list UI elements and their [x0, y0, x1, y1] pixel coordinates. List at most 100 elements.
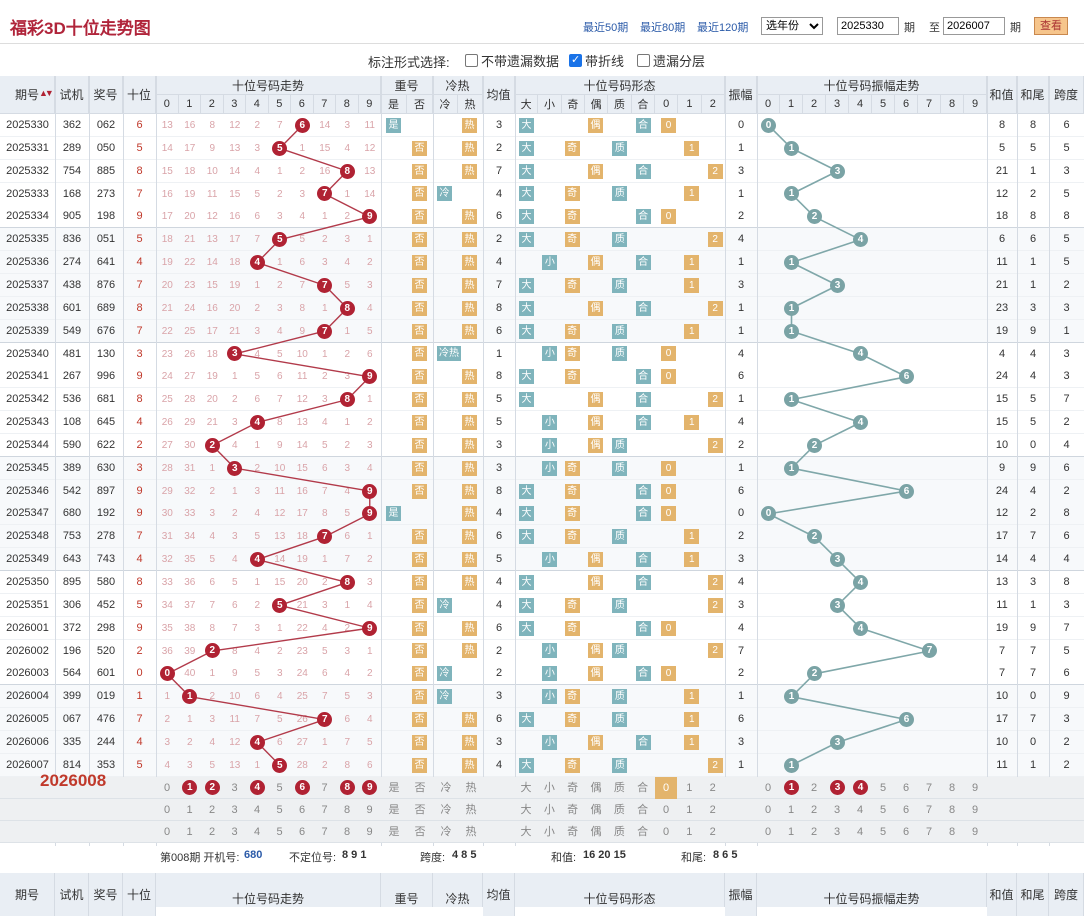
predict-amp-digit[interactable]: 9 — [964, 799, 986, 821]
predict-amp-digit[interactable]: 1 — [780, 821, 802, 843]
predict-amp-digit[interactable]: 0 — [757, 799, 779, 821]
predict-shape[interactable]: 1 — [678, 777, 700, 799]
predict-amp-digit[interactable]: 6 — [895, 777, 917, 799]
predict-shape[interactable]: 合 — [632, 821, 654, 843]
predict-amp-digit[interactable]: 3 — [826, 821, 848, 843]
predict-digit[interactable]: 7 — [314, 777, 336, 799]
predict-digit[interactable]: 1 — [179, 799, 201, 821]
predict-shape[interactable]: 质 — [608, 821, 630, 843]
predict-digit[interactable]: 2 — [201, 799, 223, 821]
predict-digit[interactable]: 0 — [156, 799, 178, 821]
predict-digit[interactable]: 0 — [156, 821, 178, 843]
predict-digit[interactable]: 7 — [314, 799, 336, 821]
predict-digit[interactable]: 1 — [179, 821, 201, 843]
predict-digit[interactable]: 4 — [246, 821, 268, 843]
predict-shape[interactable]: 1 — [678, 799, 700, 821]
predict-amp-digit[interactable]: 8 — [941, 799, 963, 821]
predict-amp-digit[interactable]: 2 — [803, 799, 825, 821]
predict-amp-digit[interactable]: 1 — [780, 799, 802, 821]
predict-digit[interactable]: 9 — [359, 799, 381, 821]
predict-amp-digit[interactable]: 0 — [757, 777, 779, 799]
predict-hotcold[interactable]: 热 — [460, 821, 482, 843]
predict-amp-digit[interactable]: 5 — [872, 821, 894, 843]
predict-repeat[interactable]: 是 — [383, 821, 405, 843]
predict-digit[interactable]: 5 — [269, 799, 291, 821]
predict-hotcold[interactable]: 冷 — [435, 777, 457, 799]
predict-amp-digit[interactable]: 8 — [941, 777, 963, 799]
predict-shape[interactable]: 0 — [655, 776, 677, 799]
predict-shape[interactable]: 0 — [655, 799, 677, 821]
predict-repeat[interactable]: 是 — [383, 777, 405, 799]
predict-digit[interactable]: 3 — [224, 777, 246, 799]
predict-amp-digit[interactable]: 2 — [803, 777, 825, 799]
predict-repeat[interactable]: 否 — [409, 777, 431, 799]
predict-digit[interactable]: 5 — [269, 777, 291, 799]
predict-repeat[interactable]: 否 — [409, 821, 431, 843]
predict-shape[interactable]: 小 — [538, 777, 560, 799]
predict-digit[interactable]: 6 — [294, 780, 310, 796]
predict-digit[interactable]: 8 — [339, 780, 355, 796]
predict-hotcold[interactable]: 热 — [460, 777, 482, 799]
predict-digit[interactable]: 7 — [314, 821, 336, 843]
predict-digit[interactable]: 2 — [201, 821, 223, 843]
avg-cell: 6 — [495, 621, 503, 634]
tens-ball: 9 — [362, 483, 378, 499]
predict-shape[interactable]: 质 — [608, 799, 630, 821]
predict-shape[interactable]: 奇 — [562, 777, 584, 799]
predict-digit[interactable]: 6 — [291, 821, 313, 843]
predict-shape[interactable]: 2 — [702, 799, 724, 821]
sort-icon[interactable]: ▲▼ — [39, 88, 54, 98]
predict-amp-digit[interactable]: 7 — [918, 821, 940, 843]
predict-shape[interactable]: 大 — [515, 821, 537, 843]
predict-shape[interactable]: 质 — [608, 777, 630, 799]
bottom-header-tens: 十位 — [123, 872, 156, 916]
predict-amp-digit[interactable]: 5 — [872, 777, 894, 799]
predict-shape[interactable]: 1 — [678, 821, 700, 843]
predict-shape[interactable]: 2 — [702, 821, 724, 843]
predict-hotcold[interactable]: 冷 — [435, 799, 457, 821]
predict-digit[interactable]: 9 — [359, 821, 381, 843]
predict-shape[interactable]: 大 — [515, 799, 537, 821]
predict-shape[interactable]: 小 — [538, 821, 560, 843]
predict-shape[interactable]: 偶 — [585, 821, 607, 843]
predict-amp-digit[interactable]: 9 — [964, 821, 986, 843]
predict-digit[interactable]: 3 — [224, 821, 246, 843]
predict-amp-digit[interactable]: 0 — [757, 821, 779, 843]
predict-digit[interactable]: 5 — [269, 821, 291, 843]
predict-amp-digit[interactable]: 9 — [964, 777, 986, 799]
predict-shape[interactable]: 大 — [515, 777, 537, 799]
predict-hotcold[interactable]: 热 — [460, 799, 482, 821]
predict-amp-digit[interactable]: 6 — [895, 821, 917, 843]
predict-digit[interactable]: 2 — [204, 780, 220, 796]
predict-shape[interactable]: 偶 — [585, 799, 607, 821]
predict-amp-digit[interactable]: 5 — [872, 799, 894, 821]
predict-amp-digit[interactable]: 2 — [803, 821, 825, 843]
predict-shape[interactable]: 奇 — [562, 799, 584, 821]
predict-digit[interactable]: 4 — [246, 799, 268, 821]
predict-amp-digit[interactable]: 4 — [849, 799, 871, 821]
predict-amp-digit[interactable]: 6 — [895, 799, 917, 821]
predict-digit[interactable]: 4 — [249, 780, 265, 796]
predict-amp-digit[interactable]: 7 — [918, 799, 940, 821]
predict-shape[interactable]: 0 — [655, 821, 677, 843]
predict-shape[interactable]: 奇 — [562, 821, 584, 843]
remainder-tag: 1 — [684, 552, 700, 568]
predict-digit[interactable]: 3 — [224, 799, 246, 821]
predict-digit[interactable]: 8 — [336, 821, 358, 843]
predict-shape[interactable]: 2 — [702, 777, 724, 799]
predict-hotcold[interactable]: 冷 — [435, 821, 457, 843]
predict-amp-digit[interactable]: 3 — [826, 799, 848, 821]
predict-shape[interactable]: 小 — [538, 799, 560, 821]
predict-repeat[interactable]: 是 — [383, 799, 405, 821]
predict-amp-digit[interactable]: 8 — [941, 821, 963, 843]
predict-amp-digit[interactable]: 7 — [918, 777, 940, 799]
predict-digit[interactable]: 6 — [291, 799, 313, 821]
predict-repeat[interactable]: 否 — [409, 799, 431, 821]
predict-amp-digit[interactable]: 4 — [849, 821, 871, 843]
predict-digit[interactable]: 8 — [336, 799, 358, 821]
predict-digit[interactable]: 0 — [156, 777, 178, 799]
predict-shape[interactable]: 合 — [632, 777, 654, 799]
predict-shape[interactable]: 偶 — [585, 777, 607, 799]
span-cell: 2 — [1063, 735, 1070, 748]
predict-shape[interactable]: 合 — [632, 799, 654, 821]
